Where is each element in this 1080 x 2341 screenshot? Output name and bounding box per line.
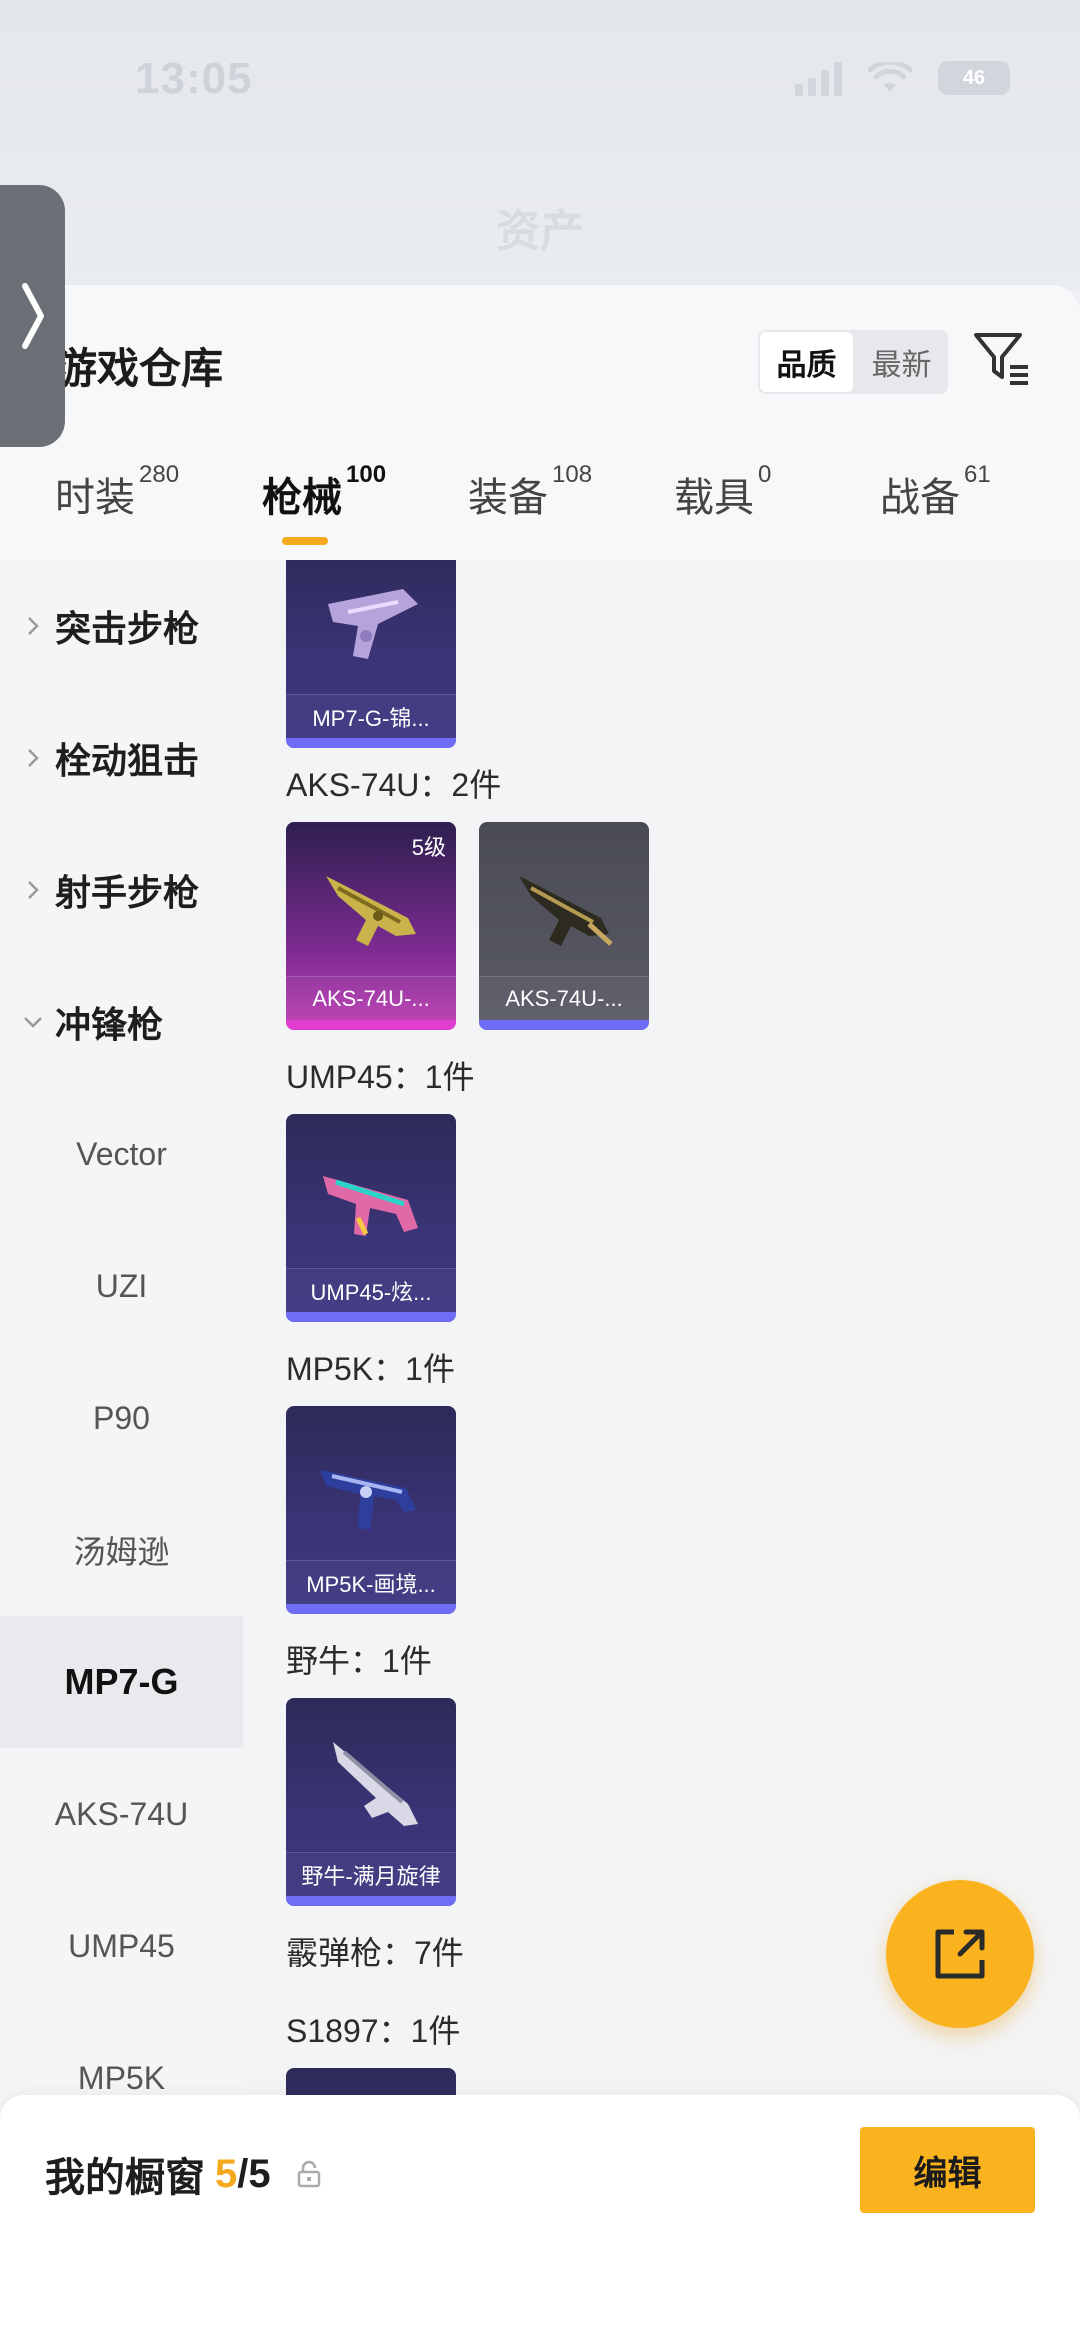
tab-vehicles[interactable]: 载具0 <box>674 461 771 523</box>
group-label: 霰弹枪：7件 <box>286 1935 464 1971</box>
sidebar-sub-mp7g[interactable]: MP7-G <box>0 1616 243 1748</box>
page-title: 游戏仓库 <box>55 345 224 392</box>
filter-icon[interactable] <box>970 327 1034 391</box>
showcase-current: 5 <box>215 2151 238 2196</box>
rarity-bar <box>286 738 456 748</box>
item-card[interactable]: MP5K-画境... <box>286 1406 456 1614</box>
tab-label: 装备 <box>468 476 548 520</box>
chevron-right-icon <box>28 881 39 899</box>
chevron-right-icon <box>28 749 39 767</box>
chevron-down-icon <box>24 1017 42 1028</box>
showcase-label: 我的橱窗 5/5 <box>45 2145 323 2203</box>
item-card-name: UMP45-炫... <box>286 1268 456 1312</box>
tab-count: 0 <box>758 461 772 488</box>
item-card-name: 野牛-满月旋律 <box>286 1852 456 1896</box>
sidebar-item-marksman-rifle[interactable]: 射手步枪 <box>0 824 243 956</box>
group-label: UMP45：1件 <box>286 1059 475 1095</box>
item-card[interactable] <box>286 2068 456 2095</box>
tab-label: 载具 <box>674 476 754 520</box>
sidebar-item-assault-rifle[interactable]: 突击步枪 <box>0 560 243 692</box>
tab-fashion[interactable]: 时装280 <box>55 461 179 523</box>
sidebar-item-label: 栓动狙击 <box>55 740 200 781</box>
gun-skin-image <box>333 1742 418 1826</box>
item-card[interactable]: AKS-74U-... <box>479 822 649 1030</box>
sidebar-item-bolt-sniper[interactable]: 栓动狙击 <box>0 692 243 824</box>
rarity-bar <box>286 1020 456 1030</box>
item-card-name: MP7-G-锦... <box>286 694 456 738</box>
rarity-bar <box>286 1312 456 1322</box>
showcase-title: 我的橱窗 <box>45 2156 205 2200</box>
sidebar-item-label: 射手步枪 <box>55 872 200 913</box>
chevron-right-icon <box>28 617 39 635</box>
group-label: MP5K：1件 <box>286 1351 455 1387</box>
rarity-bar <box>479 1020 649 1030</box>
gun-skin-image <box>320 1470 416 1530</box>
sidebar-sub-thompson[interactable]: 汤姆逊 <box>0 1484 243 1616</box>
sidebar-sub-vector[interactable]: Vector <box>0 1088 243 1220</box>
status-bar: 13:05 46 <box>0 40 1080 120</box>
tab-count: 61 <box>964 461 991 488</box>
signal-icon <box>795 60 842 96</box>
tab-label: 时装 <box>55 476 135 520</box>
item-card[interactable]: MP7-G-锦... <box>286 560 456 748</box>
wifi-icon <box>868 62 912 92</box>
gun-skin-image <box>323 1176 418 1236</box>
gun-skin-image <box>328 589 418 659</box>
item-card-name: AKS-74U-... <box>286 976 456 1020</box>
showcase-bar: 我的橱窗 5/5 编辑 <box>0 2095 1080 2341</box>
tab-supplies[interactable]: 战备61 <box>880 461 991 523</box>
item-list: MP7-G-锦... AKS-74U：2件 5级 AKS-74U-... AKS… <box>243 560 1080 2095</box>
group-label: S1897：1件 <box>286 2013 461 2049</box>
share-icon <box>935 1929 985 1979</box>
rarity-bar <box>286 1604 456 1614</box>
status-icons: 46 <box>795 60 1010 96</box>
item-card-name: MP5K-画境... <box>286 1560 456 1604</box>
sidebar-sub-aks74u[interactable]: AKS-74U <box>0 1748 243 1880</box>
sort-quality-button[interactable]: 品质 <box>758 330 855 394</box>
sidebar-sub-uzi[interactable]: UZI <box>0 1220 243 1352</box>
tab-count: 108 <box>552 461 593 488</box>
tab-label: 战备 <box>880 476 960 520</box>
panel-header: 游戏仓库 品质 最新 时装280 枪械100 装备108 载具0 战备61 <box>0 285 1080 560</box>
sidebar-item-label: 冲锋枪 <box>55 1004 164 1045</box>
sidebar-sub-ump45[interactable]: UMP45 <box>0 1880 243 2012</box>
item-card-name: AKS-74U-... <box>479 976 649 1020</box>
drawer-handle[interactable] <box>0 185 65 447</box>
item-card[interactable]: 野牛-满月旋律 <box>286 1698 456 1906</box>
tab-bar: 时装280 枪械100 装备108 载具0 战备61 <box>0 461 1080 560</box>
sidebar-item-smg[interactable]: 冲锋枪 <box>0 956 243 1088</box>
gun-skin-image <box>326 876 416 946</box>
rarity-bar <box>286 1896 456 1906</box>
active-tab-indicator <box>282 537 328 545</box>
tab-count: 280 <box>139 461 180 488</box>
tab-count: 100 <box>346 461 387 488</box>
battery-icon: 46 <box>938 61 1010 95</box>
item-card[interactable]: UMP45-炫... <box>286 1114 456 1322</box>
lock-icon <box>297 2160 320 2188</box>
sidebar-sub-p90[interactable]: P90 <box>0 1352 243 1484</box>
tab-equipment[interactable]: 装备108 <box>468 461 592 523</box>
tab-label: 枪械 <box>262 476 342 520</box>
showcase-total: /5 <box>237 2151 271 2196</box>
group-label: 野牛：1件 <box>286 1643 432 1679</box>
tab-firearms[interactable]: 枪械100 <box>262 461 386 523</box>
group-label: AKS-74U：2件 <box>286 767 502 803</box>
nav-title: 资产 <box>496 207 584 256</box>
edit-button[interactable]: 编辑 <box>860 2127 1035 2213</box>
category-sidebar: 突击步枪 栓动狙击 射手步枪 冲锋枪 Vector UZI P90 汤姆逊 MP… <box>0 560 243 2100</box>
chevron-right-icon <box>21 283 44 349</box>
sort-toggle: 品质 最新 <box>758 330 948 394</box>
status-time: 13:05 <box>135 54 253 103</box>
share-button[interactable] <box>886 1880 1034 2028</box>
gun-skin-image <box>519 876 613 946</box>
item-card[interactable]: 5级 AKS-74U-... <box>286 822 456 1030</box>
sort-newest-button[interactable]: 最新 <box>855 330 948 394</box>
sidebar-item-label: 突击步枪 <box>55 608 200 649</box>
